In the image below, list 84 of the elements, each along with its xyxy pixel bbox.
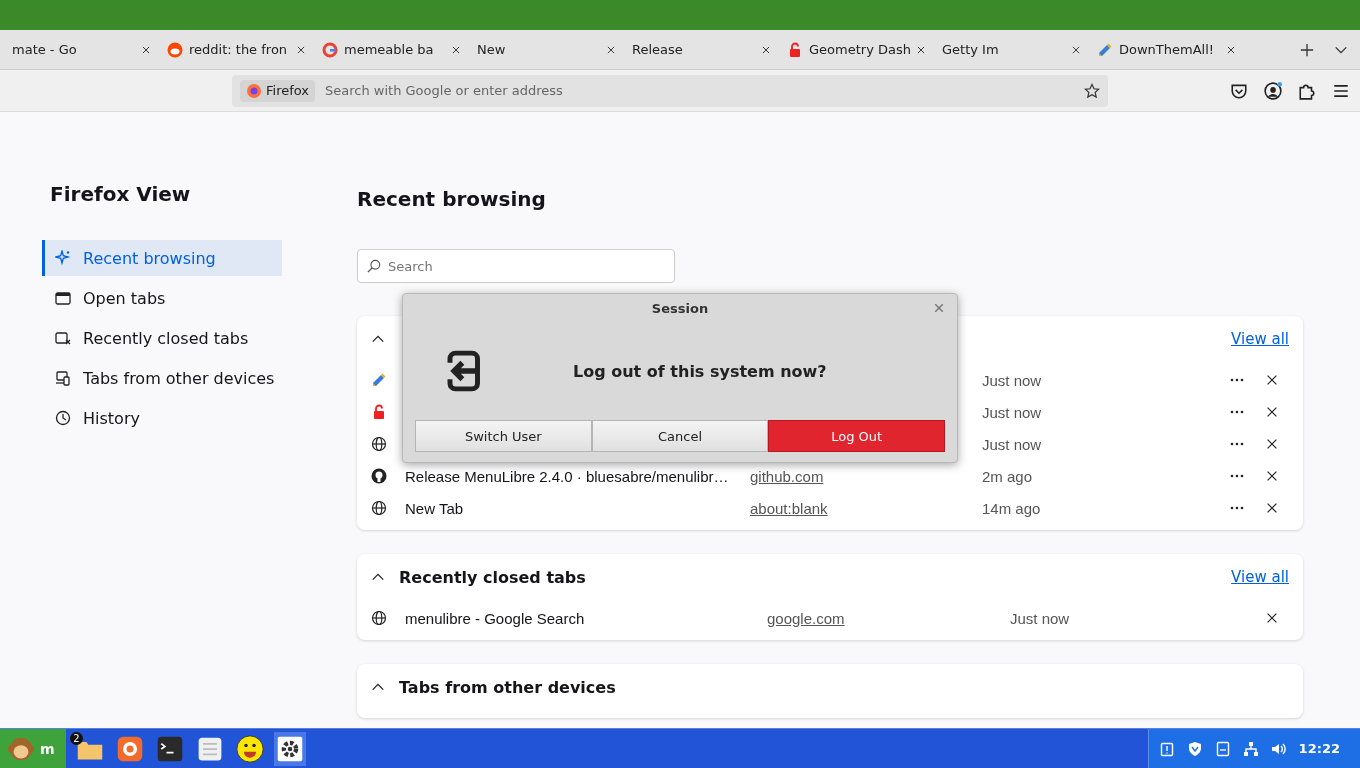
google-icon [322,41,338,58]
count-badge: 2 [70,731,83,745]
sidebar-item[interactable]: History [42,400,282,436]
visit-time: Just now [982,435,1043,453]
document-icon[interactable] [1214,740,1231,757]
close-icon[interactable] [761,44,771,55]
sidebar-item[interactable]: Recently closed tabs [42,320,282,356]
close-icon[interactable] [1265,501,1279,515]
visit-time: 14m ago [982,499,1042,517]
dialog-title: Session [651,300,709,316]
close-icon[interactable] [451,44,461,55]
padlock-icon [787,41,803,58]
browser-tab[interactable]: memeable ba [314,32,469,67]
clock: 12:22 [1298,741,1340,756]
sidebar-item[interactable]: Open tabs [42,280,282,316]
shield-icon[interactable] [1186,740,1203,757]
sidebar-item[interactable]: Tabs from other devices [42,360,282,396]
pencil-icon [371,372,387,388]
clock-icon [55,410,71,426]
github-icon [371,468,387,484]
globe-icon [371,610,387,626]
sidebar-title: Firefox View [50,182,192,206]
page-url[interactable]: google.com [767,609,1010,627]
page-title[interactable]: menulibre - Google Search [405,609,767,627]
close-icon[interactable] [606,44,616,55]
browser-tab[interactable]: DownThemAll! [1089,32,1244,67]
reddit-icon [167,41,183,58]
globe-icon [371,500,387,516]
close-icon[interactable] [141,44,151,55]
close-icon[interactable] [1265,373,1279,387]
firefox-icon[interactable] [116,734,144,763]
browser-tab[interactable]: Release [624,32,779,67]
pencil-icon [1097,41,1113,58]
visit-time: 2m ago [982,467,1034,485]
plus-icon[interactable] [1300,42,1314,57]
settings-icon[interactable] [276,734,304,763]
view-all-link[interactable]: View all [1231,568,1289,586]
close-icon[interactable] [1071,44,1081,55]
visit-time: Just now [982,403,1043,421]
browser-tab[interactable]: Getty Im [934,32,1089,67]
globe-icon [371,436,387,452]
identity-label: Firefox [266,83,310,98]
close-icon[interactable] [1226,44,1236,55]
search-icon [367,259,381,273]
close-icon[interactable] [1265,611,1279,625]
view-all-link[interactable]: View all [1231,330,1289,348]
browser-window-icon [55,290,71,306]
visit-time: Just now [1010,609,1071,627]
close-icon[interactable] [1265,469,1279,483]
browser-tab[interactable]: reddit: the fron [159,32,314,67]
search-field[interactable]: Search [357,249,675,283]
section-title: Tabs from other devices [399,677,616,697]
closed-tab-icon [55,330,71,346]
dialog-button[interactable]: Cancel [591,420,769,452]
address-bar[interactable]: Firefox Search with Google or enter address [232,74,1108,107]
dialog-button[interactable]: Switch User [415,420,592,452]
browser-tab[interactable]: New [469,32,624,67]
visit-time: Just now [982,371,1043,389]
close-icon[interactable] [296,44,306,55]
browser-tab[interactable]: Geometry Dash [779,32,934,67]
page-url[interactable]: github.com [750,467,982,485]
account-icon[interactable] [1264,81,1282,100]
page-heading: Recent browsing [357,187,547,211]
firefox-icon [246,82,262,99]
dialog-message: Log out of this system now? [573,361,827,381]
page-url[interactable]: about:blank [750,499,982,517]
browser-tab[interactable]: mate - Go [4,32,159,67]
page-title[interactable]: New Tab [405,499,750,517]
padlock-icon [371,404,387,420]
page-title[interactable]: Release MenuLibre 2.4.0 · bluesabre/menulibr… [405,467,750,485]
terminal-icon[interactable] [156,734,184,763]
smiley-icon[interactable] [236,734,264,763]
clipboard-icon[interactable] [1158,740,1175,757]
section-title: Recently closed tabs [399,567,586,587]
star-icon[interactable] [1084,82,1100,99]
network-icon[interactable] [1242,740,1259,757]
close-icon[interactable] [1265,405,1279,419]
close-icon[interactable] [916,44,926,55]
dialog-button[interactable]: Log Out [768,420,945,452]
sparkle-icon [55,250,71,266]
sidebar-item[interactable]: Recent browsing [42,240,282,276]
devices-icon [55,370,71,386]
address-field[interactable]: Search with Google or enter address [323,82,1076,99]
close-icon[interactable] [1265,437,1279,451]
